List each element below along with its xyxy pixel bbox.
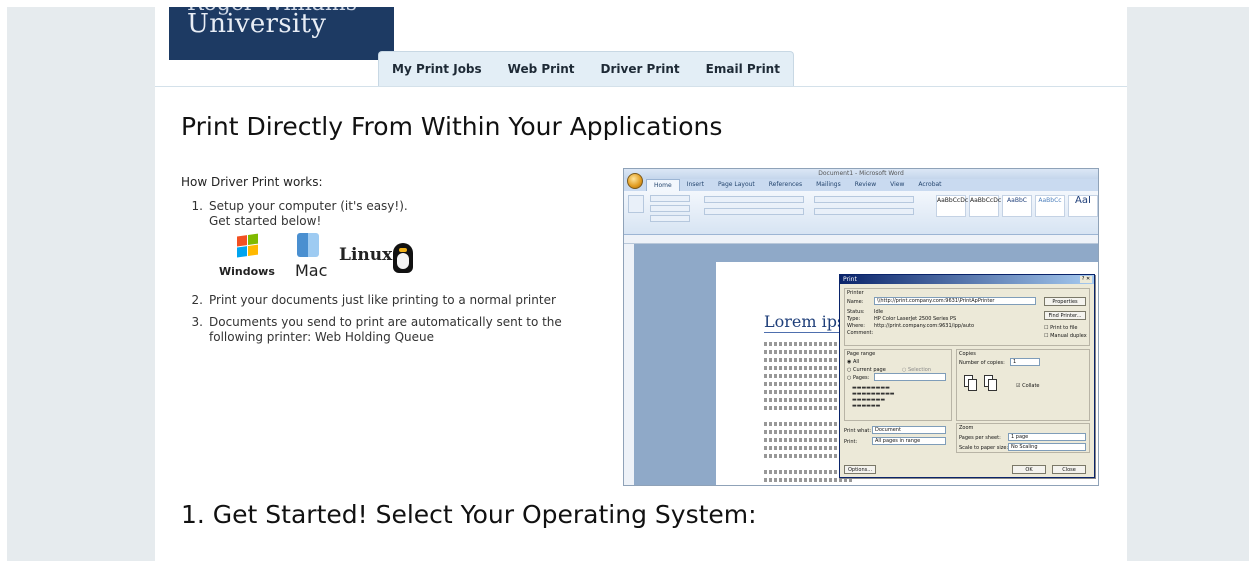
university-logo[interactable]: Roger Williams University [169, 7, 394, 60]
type-label: Type: [847, 316, 861, 322]
step-number: 2. [191, 293, 203, 307]
step-text: Print your documents just like printing … [209, 293, 556, 307]
tab-driver-print[interactable]: Driver Print [588, 52, 693, 86]
list-item: 1. Setup your computer (it's easy!). Get s… [181, 199, 408, 229]
word-tab: Home [646, 179, 680, 191]
page-range-help: ▬▬▬▬▬▬▬▬ ▬▬▬▬▬▬▬▬▬ ▬▬▬▬▬▬▬ ▬▬▬▬▬▬ [852, 385, 895, 409]
windows-label: Windows [219, 265, 275, 278]
step-text-cont: following printer: Web Holding Queue [209, 330, 435, 344]
where-label: Where: [847, 323, 865, 329]
print-what-select: Document [872, 426, 946, 434]
style-heading-1: AaBbC [1002, 195, 1032, 217]
comment-label: Comment: [847, 330, 874, 336]
mac-logo: Mac [287, 231, 331, 280]
close-button: Close [1052, 465, 1086, 474]
dialog-close-icon: ? ✕ [1080, 276, 1092, 283]
options-button: Options... [844, 465, 876, 474]
word-tab: Review [854, 181, 877, 188]
tux-penguin-icon [393, 243, 413, 273]
word-ribbon-tabs: Home Insert Page Layout References Maili… [624, 179, 1098, 191]
manual-duplex-checkbox: ☐ Manual duplex [1044, 333, 1087, 339]
status-value: Idle [874, 309, 884, 315]
word-vertical-ruler [624, 244, 634, 485]
status-label: Status: [847, 309, 865, 315]
printer-name-select: \\http://print.company.com:9631\PrintApP… [874, 297, 1036, 305]
word-tab: References [768, 181, 803, 188]
windows-flag-icon [237, 233, 259, 258]
name-label: Name: [847, 299, 864, 305]
word-tab: Insert [686, 181, 704, 188]
tab-web-print[interactable]: Web Print [495, 52, 588, 86]
scale-select: No Scaling [1008, 443, 1086, 451]
mac-label: Mac [295, 261, 328, 280]
print-dialog: Print ? ✕ Printer Name: \\http://print.c… [839, 274, 1095, 478]
browser-viewport: Roger Williams University My Print Jobs … [7, 7, 1249, 561]
printer-group-label: Printer [847, 290, 864, 296]
linux-logo: Linux [339, 239, 419, 279]
linux-label: Linux [339, 245, 393, 265]
find-printer-button: Find Printer... [1044, 311, 1086, 320]
word-title-bar: Document1 - Microsoft Word [624, 169, 1098, 179]
step-text-cont: Get started below! [209, 214, 322, 228]
step-text: Setup your computer (it's easy!). [209, 199, 408, 213]
print-tabs: My Print Jobs Web Print Driver Print Ema… [378, 51, 794, 86]
number-of-copies-label: Number of copies: [959, 360, 1005, 366]
tab-my-print-jobs[interactable]: My Print Jobs [379, 52, 495, 86]
word-tab: View [890, 181, 905, 188]
page-title: Print Directly From Within Your Applicat… [181, 112, 723, 141]
word-tab: Page Layout [717, 181, 755, 188]
all-radio: ◉ All [847, 359, 860, 365]
zoom-label: Zoom [959, 425, 974, 431]
pages-radio: ○ Pages: [847, 375, 870, 381]
list-item: 3. Documents you send to print are automa… [181, 315, 562, 345]
word-ruler [624, 235, 1098, 244]
copies-label: Copies [959, 351, 976, 357]
step-number: 1. [191, 199, 203, 213]
windows-logo: Windows [215, 233, 275, 279]
word-tab: Mailings [816, 181, 841, 188]
section-heading: 1. Get Started! Select Your Operating Sy… [181, 500, 757, 529]
word-ribbon: AaBbCcDc AaBbCcDc AaBbC AaBbCc AaI [624, 191, 1098, 235]
copies-field: 1 [1010, 358, 1040, 366]
print-to-file-checkbox: ☐ Print to file [1044, 325, 1078, 331]
style-heading-2: AaBbCc [1035, 195, 1065, 217]
collate-checkbox: ☑ Collate [1016, 383, 1040, 389]
mac-finder-icon [297, 233, 319, 257]
pages-per-sheet-select: 1 page [1008, 433, 1086, 441]
os-logos: Windows Mac Linux [215, 231, 425, 280]
how-it-works-heading: How Driver Print works: [181, 175, 323, 189]
style-title: AaI [1068, 195, 1098, 217]
ok-button: OK [1012, 465, 1046, 474]
pages-per-sheet-label: Pages per sheet: [959, 435, 1001, 441]
list-item: 2. Print your documents just like printin… [181, 293, 556, 308]
scale-label: Scale to paper size: [959, 445, 1009, 451]
print-label: Print: [844, 439, 858, 445]
word-print-screenshot: Document1 - Microsoft Word Home Insert P… [623, 168, 1099, 486]
word-tab: Acrobat [918, 181, 942, 188]
office-button-icon [627, 173, 643, 189]
where-value: http://print.company.com:9631/ipp/auto [874, 323, 975, 329]
page-content: Roger Williams University My Print Jobs … [155, 7, 1127, 561]
logo-main-text: University [187, 9, 327, 39]
tab-email-print[interactable]: Email Print [693, 52, 793, 86]
print-dialog-title: Print [840, 275, 1094, 284]
page-range-label: Page range [847, 351, 876, 357]
print-select: All pages in range [872, 437, 946, 445]
style-no-spacing: AaBbCcDc [969, 195, 1001, 217]
style-normal: AaBbCcDc [936, 195, 968, 217]
print-what-label: Print what: [844, 428, 872, 434]
step-number: 3. [191, 315, 203, 329]
pages-field [874, 373, 946, 381]
header-divider [155, 86, 1127, 87]
properties-button: Properties [1044, 297, 1086, 306]
type-value: HP Color LaserJet 2500 Series PS [874, 316, 957, 322]
step-text: Documents you send to print are automati… [209, 315, 562, 329]
